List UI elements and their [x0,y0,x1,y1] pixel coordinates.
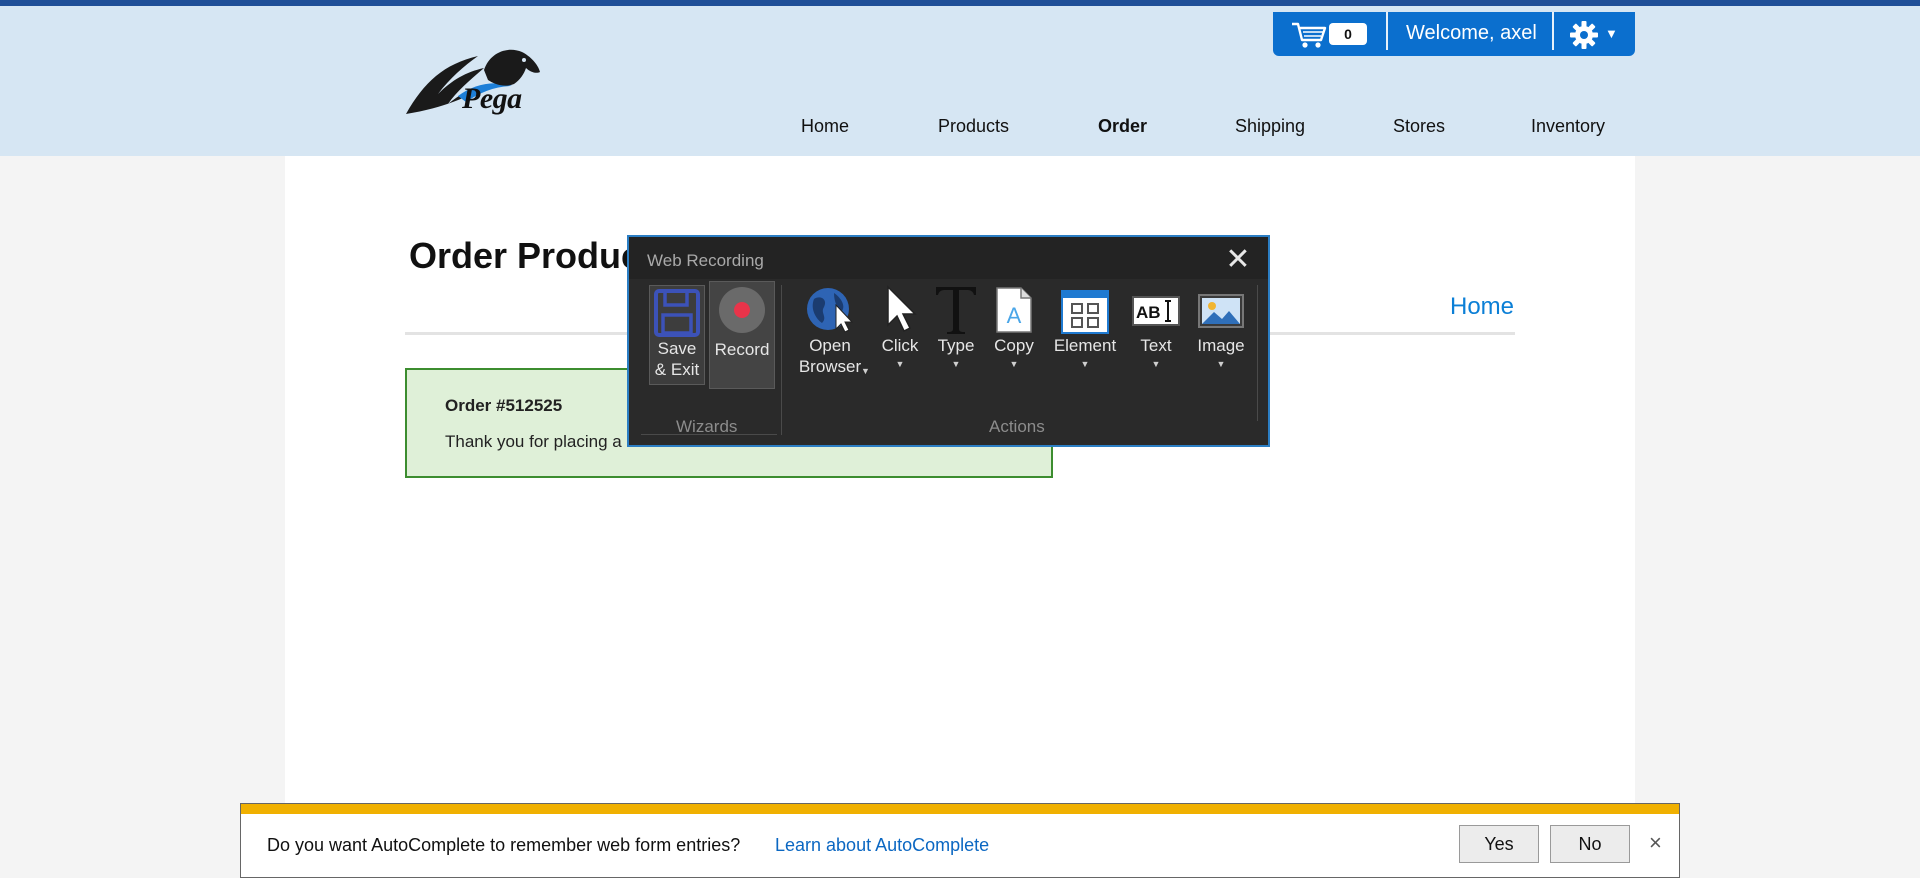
welcome-text[interactable]: Welcome, axel [1406,22,1537,45]
element-label: Element [1053,336,1117,355]
nav-home[interactable]: Home [801,116,849,137]
chevron-down-icon[interactable]: ▼ [931,359,981,369]
shopping-cart-icon[interactable] [1291,20,1327,50]
chevron-down-icon[interactable]: ▼ [1047,359,1123,369]
open-label: Open [809,336,851,355]
image-picture-icon [1198,294,1244,328]
click-label: Click [881,336,919,355]
globe-icon [807,288,854,333]
record-button[interactable]: Record [709,281,775,389]
main-nav: Home Products Order Shipping Stores Inve… [0,116,1920,146]
yes-button[interactable]: Yes [1459,825,1539,863]
record-icon [719,287,765,333]
type-t-icon [936,287,976,334]
chevron-down-icon[interactable]: ▼ [987,359,1041,369]
actions-group-label: Actions [989,417,1045,436]
order-message: Thank you for placing a [445,432,622,451]
chevron-down-icon[interactable]: ▼ [861,366,870,376]
home-link[interactable]: Home [1450,293,1514,321]
group-underline [641,434,777,435]
chevron-down-icon[interactable]: ▼ [1189,359,1253,369]
nav-shipping[interactable]: Shipping [1235,116,1305,137]
text-button[interactable]: AB Text ▼ [1129,287,1183,397]
open-browser-button[interactable]: Open Browser ▼ [789,285,871,395]
text-label: Text [1140,336,1172,355]
nav-products[interactable]: Products [938,116,1009,137]
nav-inventory[interactable]: Inventory [1531,116,1605,137]
autocomplete-question: Do you want AutoComplete to remember web… [267,835,741,855]
text-field-icon: AB [1132,296,1180,326]
chevron-down-icon[interactable]: ▼ [1129,359,1183,369]
userbar-divider [1552,12,1554,50]
cart-count-badge: 0 [1329,23,1367,45]
pega-logo[interactable]: Pega [404,42,556,124]
site-header: Pega 0 Welcome, axel ▼ Home Products Ord… [0,6,1920,156]
recorder-title: Web Recording [647,251,764,270]
user-bar: 0 Welcome, axel ▼ [1273,12,1635,56]
group-separator [1257,285,1258,421]
close-icon[interactable]: × [1649,830,1662,856]
nav-stores[interactable]: Stores [1393,116,1445,137]
order-number: Order #512525 [445,396,563,415]
no-button[interactable]: No [1550,825,1630,863]
recorder-ribbon: Save & Exit Record Wizards Open Browser … [629,279,1268,445]
image-button[interactable]: Image ▼ [1189,287,1253,397]
web-recording-toolbar: Web Recording ✕ Save & Exit Record Wizar… [627,235,1270,447]
image-label: Image [1197,336,1245,355]
page-title: Order Produc [409,235,642,276]
floppy-disk-icon [654,289,700,337]
record-label: Record [714,340,770,359]
userbar-divider [1386,12,1388,50]
notification-accent-strip [241,804,1679,814]
learn-autocomplete-link[interactable]: Learn about AutoComplete [775,835,989,856]
cursor-arrow-icon [887,285,917,333]
save-label: Save [657,339,697,358]
exit-label: & Exit [654,360,700,379]
nav-order[interactable]: Order [1098,116,1147,137]
logo-text: Pega [462,82,522,115]
copy-document-icon: A [996,287,1032,333]
group-separator [781,285,782,435]
type-button[interactable]: Type ▼ [931,285,981,395]
type-label: Type [937,336,975,355]
chevron-down-icon[interactable]: ▼ [875,359,925,369]
chevron-down-icon[interactable]: ▼ [1605,26,1618,41]
copy-button[interactable]: A Copy ▼ [987,285,1041,395]
close-icon[interactable]: ✕ [1221,243,1255,277]
element-grid-icon [1061,290,1109,334]
svg-text:A: A [1007,303,1022,328]
browser-label: Browser [798,357,862,376]
copy-label: Copy [994,336,1034,355]
click-button[interactable]: Click ▼ [875,285,925,395]
element-button[interactable]: Element ▼ [1047,287,1123,397]
gear-icon[interactable] [1569,20,1599,50]
svg-text:AB: AB [1136,303,1161,322]
autocomplete-notification: Do you want AutoComplete to remember web… [240,803,1680,878]
save-exit-button[interactable]: Save & Exit [649,285,705,385]
